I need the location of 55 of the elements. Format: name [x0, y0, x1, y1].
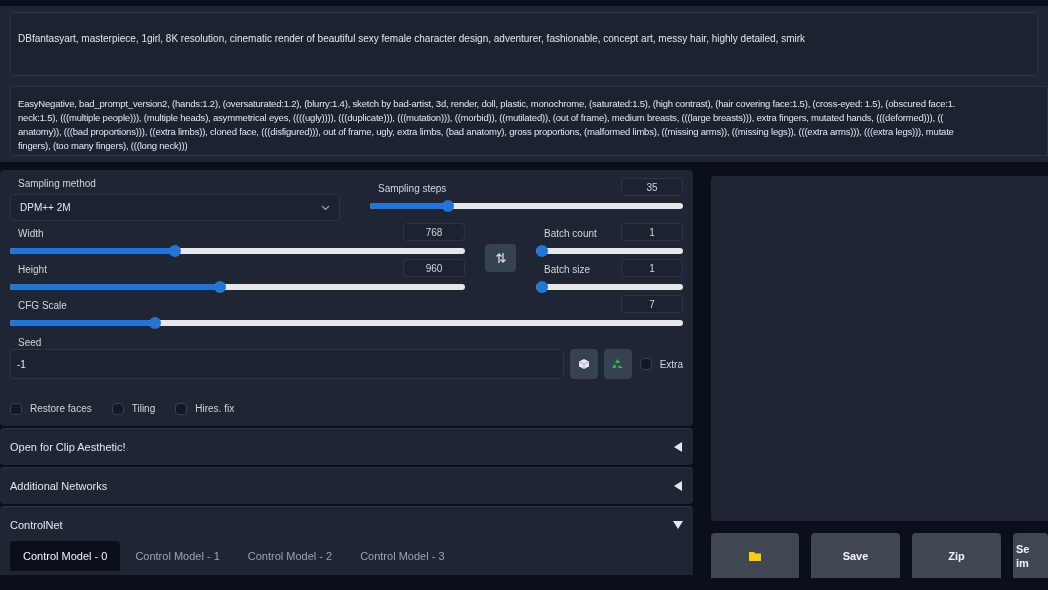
tab[interactable]: Control Model - 1: [122, 541, 233, 571]
swap-dimensions-button[interactable]: [485, 244, 516, 272]
slider[interactable]: [10, 317, 683, 329]
number-field[interactable]: 1: [621, 223, 683, 241]
dice-icon: [578, 358, 591, 370]
slider-label: Width: [17, 227, 44, 241]
slider-label: Height: [17, 263, 47, 277]
checkbox-label: Tiling: [131, 402, 156, 416]
checkbox[interactable]: [175, 402, 188, 415]
output-button[interactable]: Se im: [1013, 533, 1048, 578]
checkbox-label: Extra: [659, 357, 683, 372]
accordion-header[interactable]: Open for Clip Aesthetic!: [0, 428, 693, 465]
open-folder-button[interactable]: [711, 533, 799, 578]
number-field[interactable]: 7: [621, 295, 683, 313]
tab[interactable]: Control Model - 0: [10, 541, 121, 571]
slider[interactable]: [10, 281, 465, 293]
slider[interactable]: [10, 245, 465, 257]
output-button[interactable]: Zip: [912, 533, 1001, 578]
number-field[interactable]: 35: [621, 178, 683, 196]
folder-icon: [749, 550, 761, 561]
slider[interactable]: [536, 245, 683, 257]
slider-label: CFG Scale: [17, 299, 67, 313]
number-field[interactable]: 1: [621, 259, 683, 277]
sampling-method-label: Sampling method: [17, 177, 97, 191]
checkbox[interactable]: [10, 402, 22, 415]
random-seed-button[interactable]: [570, 349, 598, 379]
seed-label: Seed: [17, 337, 43, 349]
swap-arrows-icon: [494, 252, 507, 264]
checkbox[interactable]: [639, 358, 652, 370]
slider[interactable]: [536, 281, 683, 293]
slider-label: Sampling steps: [377, 182, 447, 196]
number-field[interactable]: 768: [403, 223, 465, 241]
negative-prompt-line: EasyNegative, bad_prompt_version2, (hands:1.2), (oversaturated:1.2), (blurry:1.4), sketch by bad-artist, 3d, render, doll, plastic, monochrome, (saturated:1.5), (high contrast), (hair covering face:1.5), (cross-eyed: 1.5), (obscured face:1.: [18, 97, 957, 111]
slider-label: Batch count: [543, 227, 597, 241]
slider[interactable]: [370, 200, 683, 212]
prompt-text: DBfantasyart, masterpiece, 1girl, 8K resolution, cinematic render of beautiful sexy female character design, adventurer, fashionable, concept art, messy hair, highly detailed, smirk: [18, 33, 806, 44]
reuse-seed-button[interactable]: [603, 349, 632, 379]
checkbox[interactable]: [111, 402, 124, 415]
checkbox-label: Restore faces: [30, 402, 92, 416]
sampling-method-dropdown[interactable]: DPM++ 2M: [10, 194, 340, 221]
output-button[interactable]: Save: [811, 533, 900, 578]
chevron-down-icon: [321, 204, 330, 211]
prompt-field[interactable]: DBfantasyart, masterpiece, 1girl, 8K resolution, cinematic render of beautiful sexy female character design, adventurer, fashionable, concept art, messy hair, highly detailed, smirk: [10, 12, 1038, 76]
recycle-icon: [611, 358, 625, 370]
checkbox-label: Hires. fix: [195, 402, 235, 416]
accordion-header[interactable]: ControlNet: [0, 506, 693, 543]
negative-prompt-line: fingers), (too many fingers), (((long neck))): [18, 139, 189, 153]
tab[interactable]: Control Model - 2: [234, 541, 346, 571]
seed-field[interactable]: -1: [10, 349, 565, 379]
negative-prompt-line: anatomy)), (((bad proportions))), ((extra limbs)), cloned face, (((disfigured))), out of frame, ugly, extra limbs, (bad anatomy), gross proportions, (malformed limbs), ((missing arms)), ((missing legs)), (((extra arms))), (((extra legs))), mutate: [18, 125, 955, 139]
negative-prompt-line: neck:1.5), (((multiple people))), (multiple heads), asymmetrical eyes, ((((ugly)))), (((duplicate))), (((mutation))), ((morbid)), ((mutilated)), (out of frame), medium breasts, (((large breasts))), extra fingers, mutated hands, (((deformed))), ((: [18, 111, 945, 125]
number-field[interactable]: 960: [403, 259, 465, 277]
slider-label: Batch size: [543, 263, 591, 277]
accordion-header[interactable]: Additional Networks: [0, 467, 693, 504]
tab[interactable]: Control Model - 3: [347, 541, 458, 571]
